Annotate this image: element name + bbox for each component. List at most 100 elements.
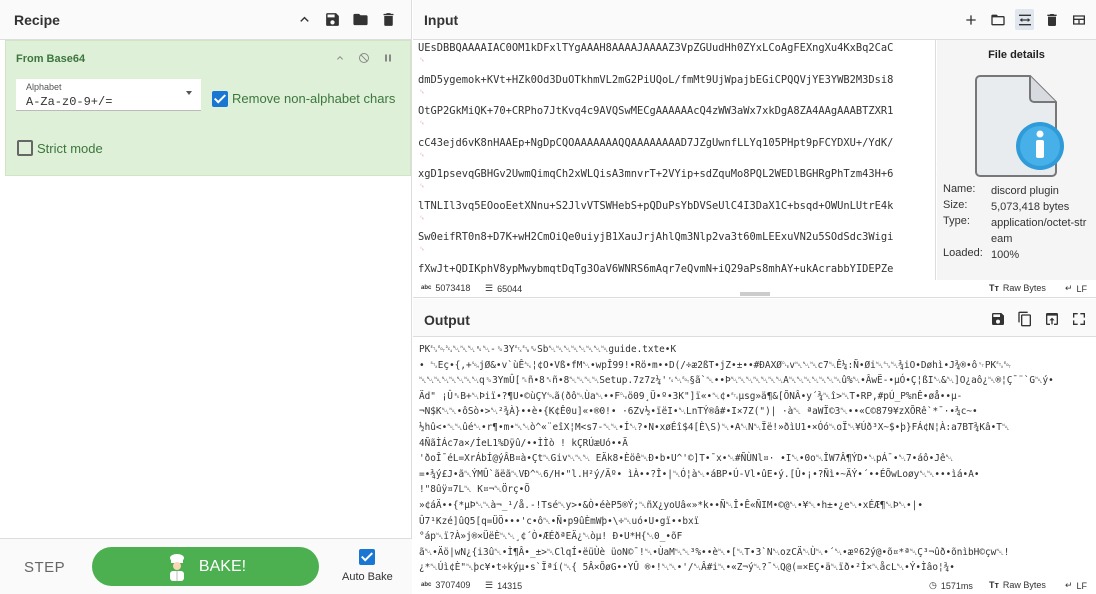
cyberchef-app: Recipe From Base64 Alphabet A-Za-z0-9+/= — [0, 0, 1096, 594]
swap-io-icon[interactable] — [1015, 9, 1034, 30]
file-loaded-label: Loaded: — [943, 247, 983, 259]
output-line: ¬N$K␀␀•ôSò•>␀²¾À}••è•{K¢Ê0u]«•®0!• ·6Zv½… — [419, 406, 978, 418]
operation-controls — [334, 51, 394, 69]
output-time-value: 1571ms — [940, 580, 973, 591]
output-line: ¿*␀Úì¢È"␀þc¥•t÷kýµ•s`Ïªí(␀{ 5Â×ÕøG••YÛ ®… — [419, 562, 955, 574]
operation-title: From Base64 — [16, 53, 86, 65]
output-line: PK␃␄␔␀␀␀␈␀-␎3Y␃␗␙Sb␀␀␀␀␀␀␀␀guide.txte•K — [419, 344, 677, 355]
output-format-value: Raw Bytes — [1002, 580, 1046, 590]
save-icon[interactable] — [323, 11, 341, 29]
add-tab-icon[interactable] — [961, 9, 980, 30]
input-title: Input — [424, 12, 459, 28]
input-line-text: OtGP2GkMiQK+70+CRPho7JtKvq4c9AVQSwMECgAA… — [418, 105, 894, 117]
step-button[interactable]: STEP — [24, 559, 65, 576]
pause-icon[interactable] — [382, 51, 394, 69]
clear-input-icon[interactable] — [1042, 9, 1061, 30]
carriage-return-marker: ␍ — [419, 87, 425, 96]
lines-icon: ☰ — [485, 283, 494, 293]
input-line-text: dmD5ygemok+KVt+HZk0Od3DuOTkhmVL2mG2PiUQo… — [418, 73, 894, 86]
chef-icon — [169, 553, 184, 581]
open-folder-icon[interactable] — [988, 9, 1007, 30]
layout-icon[interactable] — [1069, 9, 1088, 30]
input-line: xgD1psevqGBHGv2UwmQimqCh2xWLQisA3mnvrT+2… — [418, 168, 933, 200]
recipe-header: Recipe — [0, 0, 411, 40]
chevron-up-icon[interactable] — [295, 11, 313, 29]
copy-icon[interactable] — [1015, 309, 1034, 328]
output-length-stat: abc 3707409 — [421, 580, 470, 590]
alphabet-label: Alphabet — [26, 82, 62, 92]
input-lines-stat: ☰ 65044 — [485, 283, 522, 294]
return-icon: ↵ — [1065, 283, 1073, 293]
output-pane: Output PK␃␄␔␀␀␀␈␀-␎3Y␃␗␙Sb␀␀␀␀␀␀␀␀guide.… — [413, 299, 1096, 594]
folder-icon[interactable] — [351, 11, 369, 29]
output-textarea[interactable]: PK␃␄␔␀␀␀␈␀-␎3Y␃␗␙Sb␀␀␀␀␀␀␀␀guide.txte•K •… — [419, 342, 1091, 574]
file-details-panel: File details Name: discord plugin Size: … — [937, 40, 1096, 280]
file-info-icon — [975, 75, 1064, 177]
output-line: =•¾ý£J•ã␀ÝMÛ`ãëã␀VÐ^␀6/H•"l.H²ý/Äº• ìÀ••… — [419, 468, 980, 480]
pane-resize-handle[interactable] — [740, 292, 770, 296]
carriage-return-marker: ␍ — [419, 56, 425, 64]
input-line: fXwJt+QDIKphV8ypMwybmqtDqTg3OaV6WNRS6mAq… — [418, 263, 933, 277]
input-line: lTNLIl3vq5EOooEetXNnu+S2JlvVTSWHebS+pQDu… — [418, 200, 933, 232]
output-header: Output — [413, 299, 1096, 337]
strict-mode-checkbox[interactable] — [17, 140, 33, 156]
chevron-down-icon[interactable] — [186, 91, 192, 95]
input-line-text: xgD1psevqGBHGv2UwmQimqCh2xWLQisA3mnvrT+2… — [418, 168, 894, 180]
input-header-icons — [961, 9, 1088, 30]
output-eol-selector[interactable]: ↵ LF — [1065, 580, 1087, 591]
output-header-icons — [988, 309, 1088, 328]
input-format-value: Raw Bytes — [1002, 283, 1046, 293]
save-icon[interactable] — [988, 309, 1007, 328]
operation-from-base64[interactable]: From Base64 Alphabet A-Za-z0-9+/= Remove… — [5, 40, 411, 176]
input-textarea[interactable]: UEsDBBQAAAAIAC0OM1kDFxlTYgAAAH8AAAAJAAAA… — [418, 42, 933, 276]
file-loaded-value: 100% — [991, 249, 1020, 261]
recipe-panel: Recipe From Base64 Alphabet A-Za-z0-9+/= — [0, 0, 412, 594]
bake-button[interactable]: BAKE! — [92, 547, 319, 586]
details-divider — [935, 40, 936, 280]
remove-non-alphabet-checkbox[interactable] — [212, 91, 228, 107]
output-line: Û7¹Kzé]ûQ5[q=ÜÖ•••'c•ô␀•Ñ•p9ûÈmWþ•\÷␀uó•… — [419, 515, 700, 527]
output-line: »¢áÄ••{*µÞ␀␀à¬_¹/å.-!Tsé␀y>•&Ò•éèP5®Ý;␀ñ… — [419, 499, 923, 511]
output-line: Äd" ¡Û␈B+␀Þiï•?¶U•©ùÇY␁ã(ðô␀Ùa␀••F␐ö09¸Ü… — [419, 390, 963, 402]
output-format-selector[interactable]: Tт Raw Bytes — [989, 580, 1046, 590]
input-length-stat: abc 5073418 — [421, 283, 470, 293]
carriage-return-marker: ␍ — [419, 182, 425, 190]
alphabet-value: A-Za-z0-9+/= — [26, 95, 113, 109]
output-status-bar: abc 3707409 ☰ 14315 ◷ 1571ms Tт Raw Byte… — [413, 576, 1096, 594]
file-details-title: File details — [988, 49, 1045, 61]
file-name-value: discord plugin — [991, 185, 1059, 197]
maximize-icon[interactable] — [1069, 309, 1088, 328]
bake-label: BAKE! — [198, 557, 247, 575]
input-line: cC43ejd6vK8nHAAEp+NgDpCQOAAAAAAAQQAAAAAA… — [418, 137, 933, 169]
output-line: • ␂Eç•{,+␁jØ&•v`ùÊ␆¦¢O•Vß•fM␀•wpÎ99!•Rö•… — [419, 359, 1011, 371]
input-eol-selector[interactable]: ↵ LF — [1065, 283, 1087, 294]
input-format-selector[interactable]: Tт Raw Bytes — [989, 283, 1046, 293]
remove-non-alphabet-label: Remove non-alphabet chars — [232, 91, 396, 106]
output-eol-value: LF — [1076, 580, 1088, 591]
replace-input-icon[interactable] — [1042, 309, 1061, 328]
auto-bake-checkbox[interactable] — [359, 549, 375, 565]
length-icon: abc — [421, 285, 432, 291]
length-icon: abc — [421, 582, 432, 588]
input-line-text: fXwJt+QDIKphV8ypMwybmqtDqTg3OaV6WNRS6mAq… — [418, 262, 894, 275]
input-line-text: cC43ejd6vK8nHAAEp+NgDpCQOAAAAAAAQQAAAAAA… — [418, 136, 894, 149]
disable-icon[interactable] — [358, 51, 370, 69]
trash-icon[interactable] — [379, 11, 397, 29]
output-line: !"8ûÿ¤7L␀ K¤¬␀Örç•Õ — [419, 484, 530, 496]
output-line: 'ðoÎ¯éL=XrÁbÍ@ýÂB¤à•Çt␀Giv␀␀␀ EÄk8•Èöê␀Ð… — [419, 453, 954, 465]
output-length-value: 3707409 — [435, 580, 471, 590]
chevron-up-icon[interactable] — [334, 51, 346, 69]
alphabet-select[interactable]: Alphabet A-Za-z0-9+/= — [16, 79, 201, 111]
recipe-header-icons — [295, 11, 397, 29]
input-line-text: Sw0eifRT0n8+D7K+wH2CmOiQe0uiyjB1XauJrjAh… — [418, 231, 894, 243]
strict-mode-label: Strict mode — [37, 141, 103, 156]
file-size-value: 5,073,418 bytes — [991, 201, 1070, 213]
auto-bake-label: Auto Bake — [342, 571, 393, 583]
input-line: Sw0eifRT0n8+D7K+wH2CmOiQe0uiyjB1XauJrjAh… — [418, 231, 933, 263]
carriage-return-marker: ␍ — [419, 245, 425, 253]
carriage-return-marker: ␍ — [419, 150, 425, 159]
file-name-label: Name: — [943, 183, 976, 195]
lines-icon: ☰ — [485, 580, 494, 590]
file-type-value: application/octet-stream — [991, 217, 1087, 245]
carriage-return-marker: ␍ — [419, 213, 425, 222]
